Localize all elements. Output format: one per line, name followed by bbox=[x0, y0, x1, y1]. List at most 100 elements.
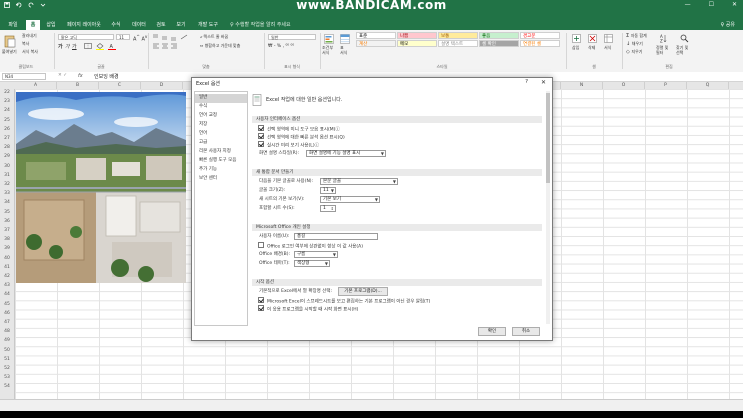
name-box[interactable]: N34 bbox=[2, 73, 46, 80]
column-header[interactable]: C bbox=[99, 82, 141, 89]
cell-style-explanatory[interactable]: 설명 텍스트 bbox=[438, 40, 478, 47]
row-header[interactable]: 22 bbox=[0, 90, 14, 95]
row-header[interactable]: 39 bbox=[0, 246, 14, 251]
border-icon[interactable] bbox=[84, 43, 92, 49]
column-header[interactable]: D bbox=[141, 82, 183, 89]
font-grow-icon[interactable]: A^ Av bbox=[133, 34, 147, 43]
column-header[interactable]: N bbox=[561, 82, 603, 89]
checkbox-icon[interactable] bbox=[258, 125, 264, 131]
tab-formulas[interactable]: 수식 bbox=[108, 20, 124, 30]
share-button[interactable]: ♀ 공유 bbox=[721, 20, 735, 30]
office-background-select[interactable]: 구름 ▼ bbox=[294, 251, 338, 258]
clear-button[interactable]: ◇ 지우기 bbox=[626, 49, 642, 55]
column-header[interactable]: Q bbox=[687, 82, 729, 89]
opt-mini-toolbar[interactable]: 선택 영역에 미니 도구 모음 표시(M)ⓘ bbox=[258, 125, 340, 134]
cell-style-calculation[interactable]: 계산 bbox=[356, 40, 396, 47]
formula-input[interactable]: 인보잉 배경 bbox=[94, 73, 119, 80]
horizontal-align-icons[interactable] bbox=[152, 43, 192, 50]
font-size-select[interactable]: 11 bbox=[116, 34, 130, 40]
cancel-button[interactable]: 취소 bbox=[512, 327, 540, 336]
column-header[interactable]: B bbox=[57, 82, 99, 89]
row-header[interactable]: 34 bbox=[0, 200, 14, 205]
tab-insert[interactable]: 삽입 bbox=[42, 20, 60, 30]
insert-cells-button[interactable]: 삽입 bbox=[572, 45, 579, 51]
cut-button[interactable]: 잘라내기 bbox=[22, 33, 37, 39]
row-header[interactable]: 33 bbox=[0, 191, 14, 196]
embedded-photo[interactable] bbox=[16, 92, 186, 283]
row-header[interactable]: 24 bbox=[0, 108, 14, 113]
row-header[interactable]: 37 bbox=[0, 228, 14, 233]
merge-center-button[interactable]: ⇔ 병합하고 가운데 맞춤 bbox=[200, 43, 240, 49]
ok-button[interactable]: 확인 bbox=[478, 327, 506, 336]
number-format-buttons[interactable]: ₩ - % , ⁰⁰ ⁰⁰ bbox=[268, 44, 294, 49]
row-header[interactable]: 48 bbox=[0, 329, 14, 334]
nav-trust-center[interactable]: 보안 센터 bbox=[195, 175, 247, 184]
maximize-button[interactable]: ☐ bbox=[709, 1, 714, 8]
cell-style-bad[interactable]: 나쁨 bbox=[397, 32, 437, 39]
row-header[interactable]: 45 bbox=[0, 302, 14, 307]
bold-button[interactable]: 가 bbox=[58, 43, 63, 50]
row-header[interactable]: 29 bbox=[0, 154, 14, 159]
row-header[interactable]: 42 bbox=[0, 274, 14, 279]
nav-proofing[interactable]: 언어 교정 bbox=[195, 112, 247, 121]
row-header[interactable]: 32 bbox=[0, 182, 14, 187]
formula-buttons[interactable]: ✕ ✓ bbox=[58, 73, 67, 78]
opt-live-preview[interactable]: 실시간 미리 보기 사용(L)ⓘ bbox=[258, 141, 319, 150]
row-header[interactable]: 52 bbox=[0, 366, 14, 371]
cell-style-check[interactable]: 셀 확인 bbox=[479, 40, 519, 47]
cell-style-linked[interactable]: 연결된 셀 bbox=[520, 40, 560, 47]
paste-icon[interactable] bbox=[4, 34, 16, 48]
cell-style-note[interactable]: 메모 bbox=[397, 40, 437, 47]
row-header[interactable]: 23 bbox=[0, 99, 14, 104]
nav-customize-ribbon[interactable]: 리본 사용자 지정 bbox=[195, 148, 247, 157]
row-header[interactable]: 44 bbox=[0, 292, 14, 297]
insert-function-button[interactable]: fx bbox=[78, 73, 83, 79]
table-format-icon[interactable] bbox=[340, 34, 350, 44]
tooltip-style-select[interactable]: 화면 설명에 기능 설명 표시 ▼ bbox=[306, 150, 386, 157]
row-header[interactable]: 46 bbox=[0, 311, 14, 316]
user-name-input[interactable]: 홍길 bbox=[294, 233, 378, 240]
nav-quick-access-toolbar[interactable]: 빠른 실행 도구 모음 bbox=[195, 157, 247, 166]
row-header[interactable]: 31 bbox=[0, 173, 14, 178]
default-view-select[interactable]: 기본 보기 ▼ bbox=[320, 196, 380, 203]
cell-style-good[interactable]: 좋음 bbox=[479, 32, 519, 39]
nav-advanced[interactable]: 고급 bbox=[195, 139, 247, 148]
nav-language[interactable]: 언어 bbox=[195, 130, 247, 139]
font-name-select[interactable]: 맑은 고딕 bbox=[58, 34, 114, 40]
opt-default-notify[interactable]: Microsoft Excel이 스프레드시트를 보고 편집하는 기본 프로그램… bbox=[258, 297, 430, 306]
cell-style-neutral[interactable]: 보통 bbox=[438, 32, 478, 39]
number-format-select[interactable]: 일반 bbox=[268, 34, 316, 40]
row-header[interactable]: 35 bbox=[0, 210, 14, 215]
row-header[interactable]: 47 bbox=[0, 320, 14, 325]
tab-review[interactable]: 검토 bbox=[152, 20, 170, 30]
sort-filter-button[interactable]: 정렬 및 필터 bbox=[656, 45, 668, 55]
column-header[interactable]: P bbox=[645, 82, 687, 89]
insert-cells-icon[interactable] bbox=[572, 34, 581, 43]
delete-cells-button[interactable]: 삭제 bbox=[588, 45, 595, 51]
format-cells-button[interactable]: 서식 bbox=[604, 45, 611, 51]
checkbox-icon[interactable] bbox=[258, 242, 264, 248]
checkbox-icon[interactable] bbox=[258, 133, 264, 139]
delete-cells-icon[interactable] bbox=[588, 34, 597, 43]
scrollbar-thumb[interactable] bbox=[546, 93, 550, 183]
checkbox-icon[interactable] bbox=[258, 141, 264, 147]
row-header[interactable]: 25 bbox=[0, 118, 14, 123]
autosum-button[interactable]: Σ 자동 합계 bbox=[626, 33, 647, 39]
opt-always-use[interactable]: Office 로그인 여부에 상관없이 항상 이 값 사용(A) bbox=[258, 242, 363, 251]
sheet-count-input[interactable]: 1 ⇕ bbox=[320, 205, 336, 212]
row-header[interactable]: 30 bbox=[0, 164, 14, 169]
format-cells-icon[interactable] bbox=[604, 34, 613, 43]
copy-button[interactable]: 복사 bbox=[22, 41, 29, 47]
fill-button[interactable]: ↓ 채우기 bbox=[626, 41, 643, 47]
cell-style-warning[interactable]: 경고문 bbox=[520, 32, 560, 39]
checkbox-icon[interactable] bbox=[258, 305, 264, 311]
cell-style-normal[interactable]: 표준 bbox=[356, 32, 396, 39]
row-header[interactable]: 36 bbox=[0, 219, 14, 224]
default-font-select[interactable]: 본문 글꼴 ▼ bbox=[320, 178, 398, 185]
tab-home[interactable]: 홈 bbox=[26, 20, 40, 30]
font-color-icon[interactable]: A bbox=[108, 43, 116, 50]
row-header[interactable]: 43 bbox=[0, 283, 14, 288]
underline-button[interactable]: 가 bbox=[72, 43, 77, 50]
tab-file[interactable]: 파일 bbox=[3, 20, 23, 30]
dialog-scrollbar[interactable] bbox=[546, 91, 550, 324]
